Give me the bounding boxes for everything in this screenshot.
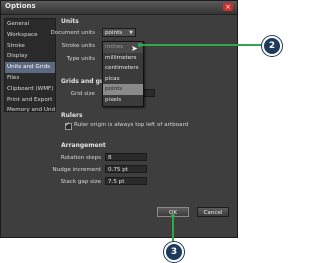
nudge-increment-field[interactable]: 0.75 pt <box>105 165 147 173</box>
close-icon[interactable]: × <box>223 3 233 11</box>
callout-2-badge: 2 <box>262 36 282 56</box>
dropdown-option-points[interactable]: points <box>103 84 143 95</box>
document-units-value: points <box>105 30 123 36</box>
chevron-down-icon: ▼ <box>129 30 133 36</box>
title-bar[interactable]: Options × <box>1 1 237 15</box>
callout-2-dot <box>138 43 142 47</box>
dropdown-option-pixels[interactable]: pixels <box>103 95 143 106</box>
sidebar-item-general[interactable]: General <box>5 19 55 30</box>
document-units-label: Document units <box>50 30 95 36</box>
callout-3-leader <box>172 216 174 242</box>
document-units-select[interactable]: points ▼ <box>102 28 136 37</box>
ruler-origin-label: Ruler origin is always top left of artbo… <box>74 122 189 128</box>
mouse-pointer-icon: ➤ <box>131 44 138 53</box>
dialog-title: Options <box>5 2 36 10</box>
nudge-increment-label: Nudge increment <box>52 167 101 173</box>
callout-3-badge: 3 <box>164 242 184 262</box>
options-sidebar: General Workspace Stroke Display Units a… <box>4 18 56 113</box>
dropdown-option-picas[interactable]: picas <box>103 74 143 85</box>
grid-size-label: Grid size <box>70 91 95 97</box>
rotation-steps-field[interactable]: 8 <box>105 153 147 161</box>
stack-gap-label: Stack gap size <box>60 179 101 185</box>
options-dialog: Options × General Workspace Stroke Displ… <box>0 0 238 238</box>
sidebar-item-display[interactable]: Display <box>5 51 55 62</box>
ruler-origin-checkbox[interactable] <box>65 121 72 130</box>
rulers-heading: Rulers <box>61 112 83 119</box>
arrangement-heading: Arrangement <box>61 142 106 149</box>
callout-3-dot <box>171 214 175 218</box>
stroke-units-label: Stroke units <box>61 43 95 49</box>
type-units-label: Type units <box>66 56 95 62</box>
sidebar-item-files[interactable]: Files <box>5 73 55 84</box>
dropdown-option-millimeters[interactable]: millimeters <box>103 53 143 64</box>
sidebar-item-stroke[interactable]: Stroke <box>5 41 55 52</box>
dropdown-option-centimeters[interactable]: centimeters <box>103 63 143 74</box>
sidebar-item-units-and-grids[interactable]: Units and Grids <box>5 62 55 73</box>
rotation-steps-label: Rotation steps <box>60 155 101 161</box>
sidebar-item-workspace[interactable]: Workspace <box>5 30 55 41</box>
callout-2-leader <box>140 44 262 46</box>
stack-gap-field[interactable]: 7.5 pt <box>105 177 147 185</box>
sidebar-item-memory-undo[interactable]: Memory and Undo <box>5 105 55 116</box>
cancel-button[interactable]: Cancel <box>197 207 229 217</box>
sidebar-item-clipboard[interactable]: Clipboard (WMF) <box>5 84 55 95</box>
settings-panel: Units Document units points ▼ Stroke uni… <box>50 16 233 233</box>
sidebar-item-print-export[interactable]: Print and Export <box>5 95 55 106</box>
units-heading: Units <box>61 18 79 25</box>
